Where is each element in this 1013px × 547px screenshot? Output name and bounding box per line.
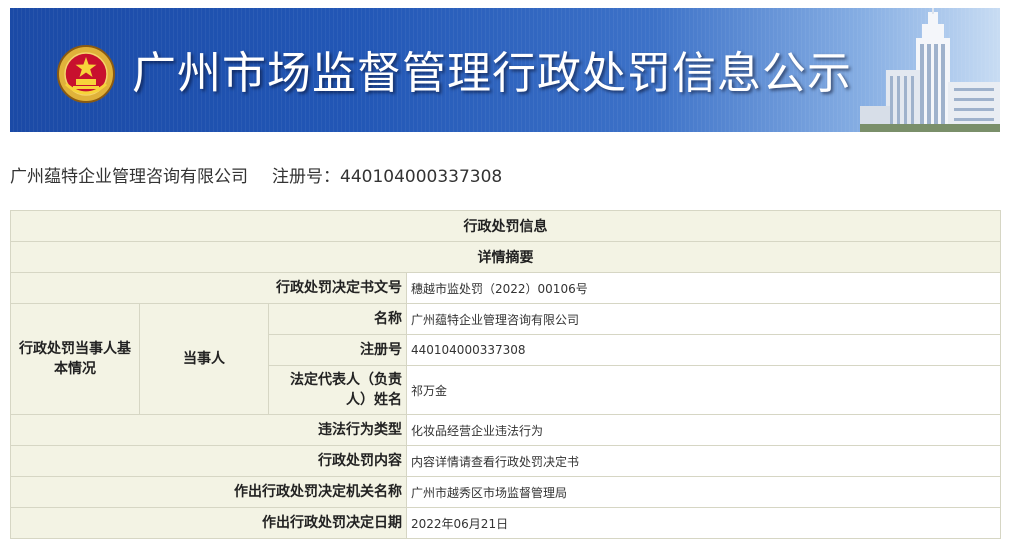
table-row: 行政处罚当事人基本情况 当事人 名称 广州蕴特企业管理咨询有限公司: [10, 303, 1001, 415]
violation-type-value: 化妆品经营企业违法行为: [406, 414, 1001, 446]
page-title: 广州市场监督管理行政处罚信息公示: [132, 48, 852, 99]
decision-date-value: 2022年06月21日: [406, 507, 1001, 539]
decision-number-value: 穗越市监处罚（2022）00106号: [406, 272, 1001, 304]
police-emblem-icon: [57, 45, 115, 103]
legal-representative-label: 法定代表人（负责人）姓名: [268, 365, 407, 415]
building-illustration: [860, 8, 1000, 132]
party-sub-label: 当事人: [139, 303, 269, 415]
penalty-content-value: 内容详情请查看行政处罚决定书: [406, 445, 1001, 477]
party-group-label: 行政处罚当事人基本情况: [10, 303, 140, 415]
table-row: 违法行为类型 化妆品经营企业违法行为: [10, 414, 1001, 446]
decision-date-label: 作出行政处罚决定日期: [10, 507, 407, 539]
party-name-label: 名称: [268, 303, 407, 335]
table-row: 作出行政处罚决定机关名称 广州市越秀区市场监督管理局: [10, 476, 1001, 508]
decision-number-label: 行政处罚决定书文号: [10, 272, 407, 304]
table-header-row: 行政处罚信息: [10, 210, 1001, 242]
registration-label: 注册号：: [272, 167, 340, 187]
penalty-info-table: 行政处罚信息 详情摘要 行政处罚决定书文号 穗越市监处罚（2022）00106号…: [10, 210, 1001, 539]
registration-number: 440104000337308: [340, 167, 503, 187]
authority-value: 广州市越秀区市场监督管理局: [406, 476, 1001, 508]
registration-no-value: 440104000337308: [406, 334, 1001, 366]
table-row: 行政处罚内容 内容详情请查看行政处罚决定书: [10, 445, 1001, 477]
header-banner: 广州市场监督管理行政处罚信息公示: [10, 8, 1000, 132]
registration-no-label: 注册号: [268, 334, 407, 366]
penalty-content-label: 行政处罚内容: [10, 445, 407, 477]
summary-title: 详情摘要: [10, 241, 1001, 273]
section-title: 行政处罚信息: [10, 210, 1001, 242]
party-name-value: 广州蕴特企业管理咨询有限公司: [406, 303, 1001, 335]
table-row: 行政处罚决定书文号 穗越市监处罚（2022）00106号: [10, 272, 1001, 304]
authority-label: 作出行政处罚决定机关名称: [10, 476, 407, 508]
summary-header-row: 详情摘要: [10, 241, 1001, 273]
legal-representative-value: 祁万金: [406, 365, 1001, 415]
company-name: 广州蕴特企业管理咨询有限公司: [10, 167, 248, 187]
company-header: 广州蕴特企业管理咨询有限公司 注册号：440104000337308: [10, 164, 502, 190]
violation-type-label: 违法行为类型: [10, 414, 407, 446]
table-row: 作出行政处罚决定日期 2022年06月21日: [10, 507, 1001, 539]
